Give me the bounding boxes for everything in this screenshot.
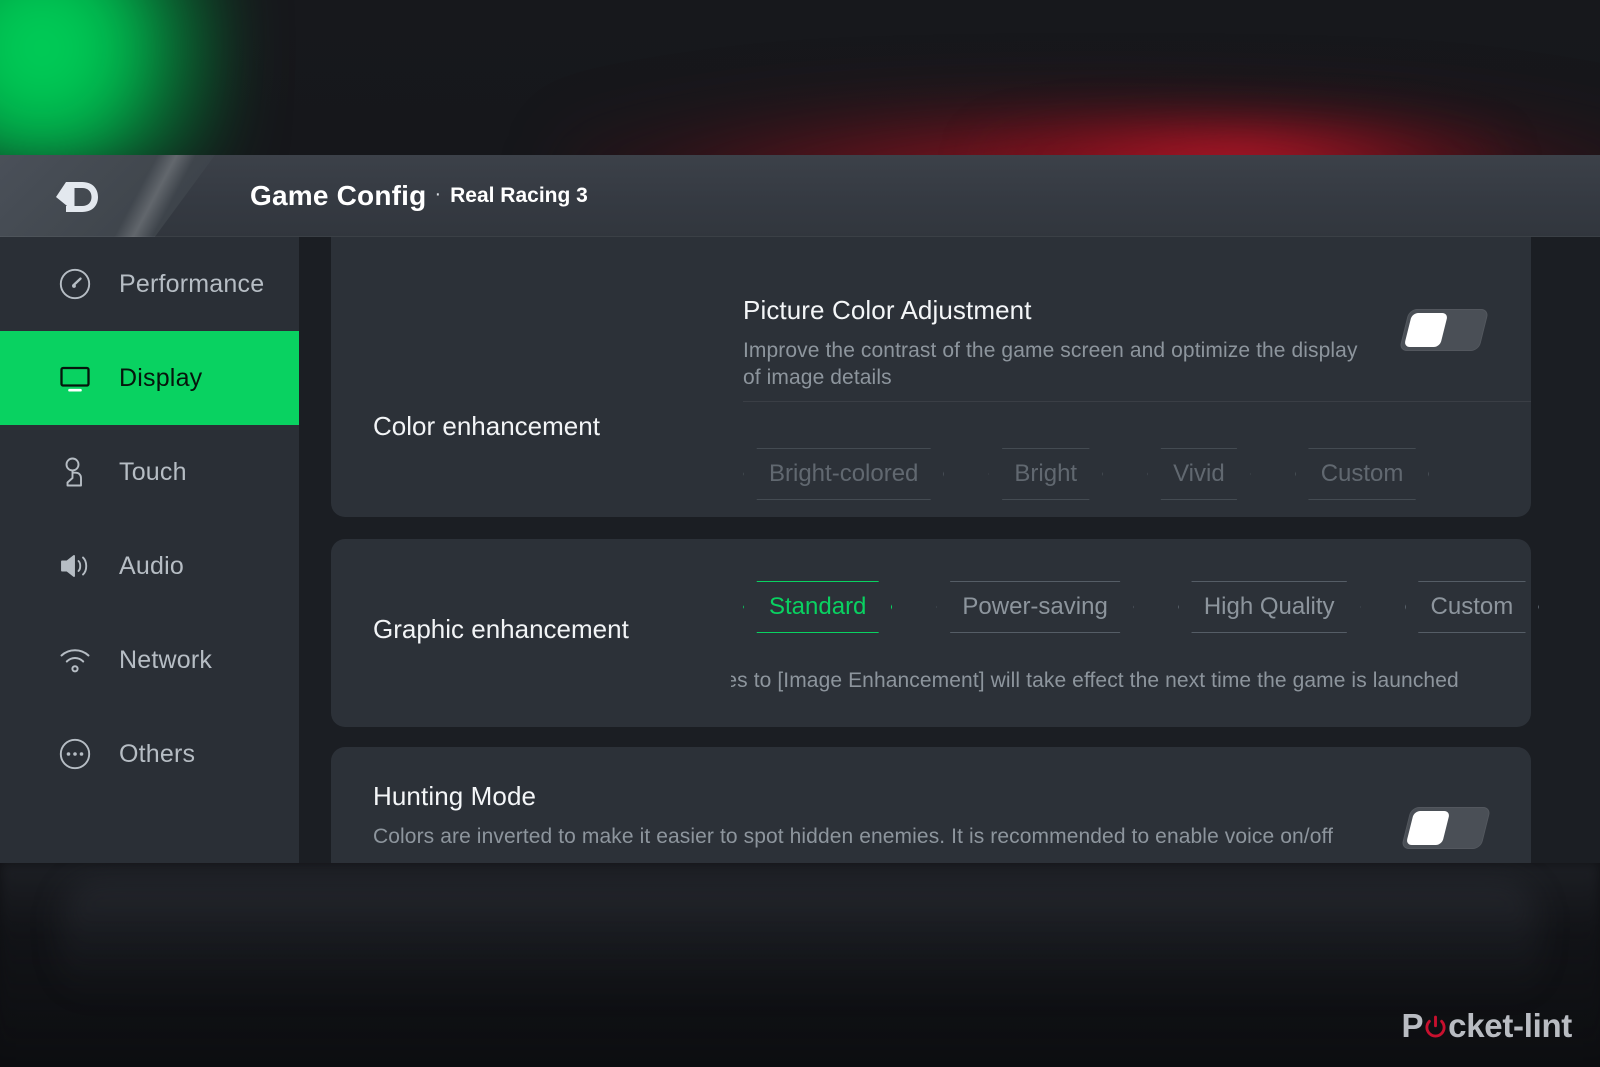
graphic-enhancement-hint: Changes to [Image Enhancement] will take… — [731, 669, 1459, 692]
chip-label: Vivid — [1173, 460, 1225, 487]
sidebar-item-display[interactable]: Display — [0, 331, 299, 425]
power-button-icon — [1424, 1008, 1447, 1038]
watermark-text-part2: cket-lint — [1448, 1007, 1572, 1044]
chip-custom-color[interactable]: Custom — [1295, 448, 1430, 500]
chip-standard[interactable]: Standard — [743, 581, 892, 633]
color-enhancement-card: Color enhancement Picture Color Adjustme… — [331, 237, 1531, 517]
sidebar-item-label: Touch — [119, 457, 187, 486]
chip-label: Standard — [769, 593, 867, 620]
chip-vivid[interactable]: Vivid — [1147, 448, 1251, 500]
game-config-overlay: Game Config · Real Racing 3 Performance … — [0, 155, 1600, 863]
sidebar-item-label: Others — [119, 739, 196, 768]
green-glow — [0, 0, 240, 180]
sidebar-item-touch[interactable]: Touch — [0, 425, 299, 519]
graphic-enhancement-hint-viewport: Changes to [Image Enhancement] will take… — [731, 669, 1531, 703]
chip-power-saving[interactable]: Power-saving — [936, 581, 1133, 633]
hunting-mode-card: Hunting Mode Colors are inverted to make… — [331, 747, 1531, 863]
touch-hand-icon — [55, 452, 95, 492]
graphic-enhancement-card: Graphic enhancement Standard Power-savin… — [331, 539, 1531, 727]
overlay-body: Performance Display Touch Audio Network … — [0, 237, 1600, 863]
chip-label: Bright — [1014, 460, 1078, 487]
hunting-mode-row: Hunting Mode Colors are inverted to make… — [373, 781, 1363, 850]
picture-color-adjustment-toggle[interactable] — [1398, 309, 1490, 351]
wifi-icon — [55, 640, 95, 680]
picture-color-adjustment-desc: Improve the contrast of the game screen … — [743, 339, 1358, 390]
hunting-mode-title: Hunting Mode — [373, 781, 537, 811]
chip-label: High Quality — [1203, 593, 1335, 620]
speaker-icon — [55, 546, 95, 586]
color-enhancement-label: Color enhancement — [373, 411, 600, 441]
toggle-knob — [1405, 811, 1451, 845]
monitor-icon — [55, 358, 95, 398]
chip-custom-graphic[interactable]: Custom — [1405, 581, 1540, 633]
gamespace-d-logo-icon — [52, 177, 102, 217]
title-separator: · — [434, 182, 442, 205]
titlebar: Game Config · Real Racing 3 — [0, 155, 1600, 237]
sidebar-item-label: Audio — [119, 551, 184, 580]
page-title: Game Config — [250, 180, 427, 211]
settings-content: Color enhancement Picture Color Adjustme… — [299, 237, 1600, 863]
chip-label: Custom — [1320, 460, 1404, 487]
color-enhancement-chips: Bright-colored Bright Vivid Custom — [743, 448, 1429, 500]
titlebar-text: Game Config · Real Racing 3 — [250, 155, 588, 237]
chip-high-quality[interactable]: High Quality — [1178, 581, 1361, 633]
sidebar-item-label: Performance — [119, 269, 265, 298]
chip-label: Power-saving — [962, 593, 1108, 620]
hunting-mode-desc: Colors are inverted to make it easier to… — [373, 825, 1333, 848]
sidebar-item-label: Network — [119, 645, 213, 674]
hunting-mode-toggle[interactable] — [1400, 807, 1492, 849]
chip-label: Custom — [1430, 593, 1514, 620]
watermark-text-part1: P — [1401, 1007, 1424, 1044]
chip-bright-colored[interactable]: Bright-colored — [743, 448, 944, 500]
bottom-sheen-inner — [60, 880, 1540, 1000]
graphic-enhancement-label: Graphic enhancement — [373, 614, 629, 644]
chip-bright[interactable]: Bright — [988, 448, 1103, 500]
sidebar-item-others[interactable]: Others — [0, 707, 299, 801]
sidebar-item-audio[interactable]: Audio — [0, 519, 299, 613]
sidebar: Performance Display Touch Audio Network … — [0, 237, 299, 863]
speedometer-icon — [55, 264, 95, 304]
pocketlint-watermark: P cket-lint — [1401, 1007, 1572, 1045]
screen-root: Game Config · Real Racing 3 Performance … — [0, 0, 1600, 1067]
picture-color-adjustment-row: Picture Color Adjustment Improve the con… — [743, 295, 1363, 392]
chip-label: Bright-colored — [769, 460, 919, 487]
picture-color-adjustment-title: Picture Color Adjustment — [743, 295, 1032, 325]
sidebar-item-network[interactable]: Network — [0, 613, 299, 707]
graphic-enhancement-chips: Standard Power-saving High Quality Custo… — [743, 581, 1539, 633]
sidebar-item-label: Display — [119, 363, 203, 392]
game-name: Real Racing 3 — [450, 184, 588, 207]
toggle-knob — [1403, 313, 1449, 347]
ellipsis-circle-icon — [55, 734, 95, 774]
card-divider — [743, 401, 1531, 402]
sidebar-item-performance[interactable]: Performance — [0, 237, 299, 331]
